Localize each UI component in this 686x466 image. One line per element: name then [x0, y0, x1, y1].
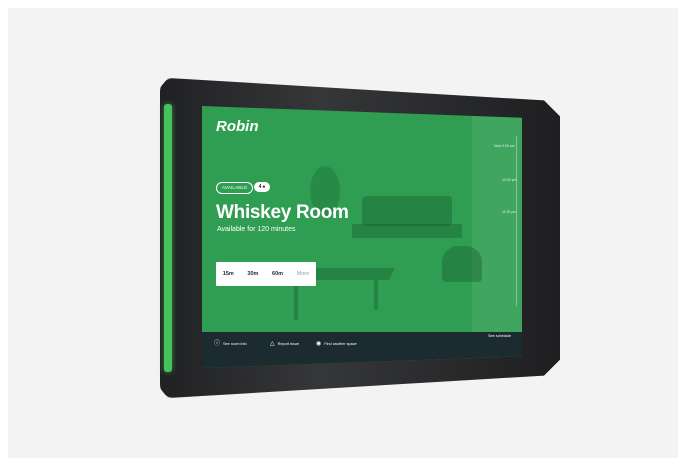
booking-duration-selector: 15m 30m 60m More: [216, 262, 316, 286]
background-table-leg: [294, 280, 298, 320]
background-sofa-seat: [352, 224, 462, 238]
schedule-timeline: [516, 136, 517, 306]
see-room-info-label: See room info: [223, 342, 247, 346]
availability-status-badge: AVAILABLE: [216, 182, 254, 194]
warning-icon: △: [270, 341, 275, 347]
see-schedule-button[interactable]: See schedule: [488, 334, 511, 338]
background-table-leg: [374, 280, 378, 310]
report-issue-button[interactable]: △ Report issue: [270, 341, 299, 347]
tablet-screen: Robin Now 9:00 am 10:00 pm 11:00 pm AVAI…: [202, 106, 522, 368]
report-issue-label: Report issue: [277, 342, 299, 346]
find-another-space-button[interactable]: ◉ Find another space: [316, 341, 357, 347]
find-another-space-label: Find another space: [324, 342, 357, 346]
capacity-badge: 4 ●: [254, 182, 270, 192]
location-pin-icon: ◉: [316, 341, 322, 347]
see-room-info-button[interactable]: ⓘ See room info: [214, 341, 247, 347]
info-icon: ⓘ: [214, 341, 221, 347]
timeline-time-label: 11:00 pm: [502, 210, 517, 214]
book-more-button[interactable]: More: [297, 271, 310, 277]
timeline-now-label: Now 9:00 am: [494, 144, 515, 148]
book-15m-button[interactable]: 15m: [223, 271, 234, 277]
availability-text: Available for 120 minutes: [217, 226, 296, 233]
see-schedule-label: See schedule: [488, 334, 512, 338]
brand-logo: Robin: [216, 118, 259, 135]
capacity-count: 4: [258, 184, 262, 190]
book-60m-button[interactable]: 60m: [272, 271, 283, 277]
people-icon: ●: [262, 184, 266, 190]
background-sofa: [362, 196, 452, 226]
book-30m-button[interactable]: 30m: [247, 271, 258, 277]
status-led-strip: [164, 104, 172, 372]
room-title: Whiskey Room: [216, 202, 349, 223]
timeline-time-label: 10:00 pm: [502, 178, 517, 182]
background-chair: [442, 246, 482, 282]
